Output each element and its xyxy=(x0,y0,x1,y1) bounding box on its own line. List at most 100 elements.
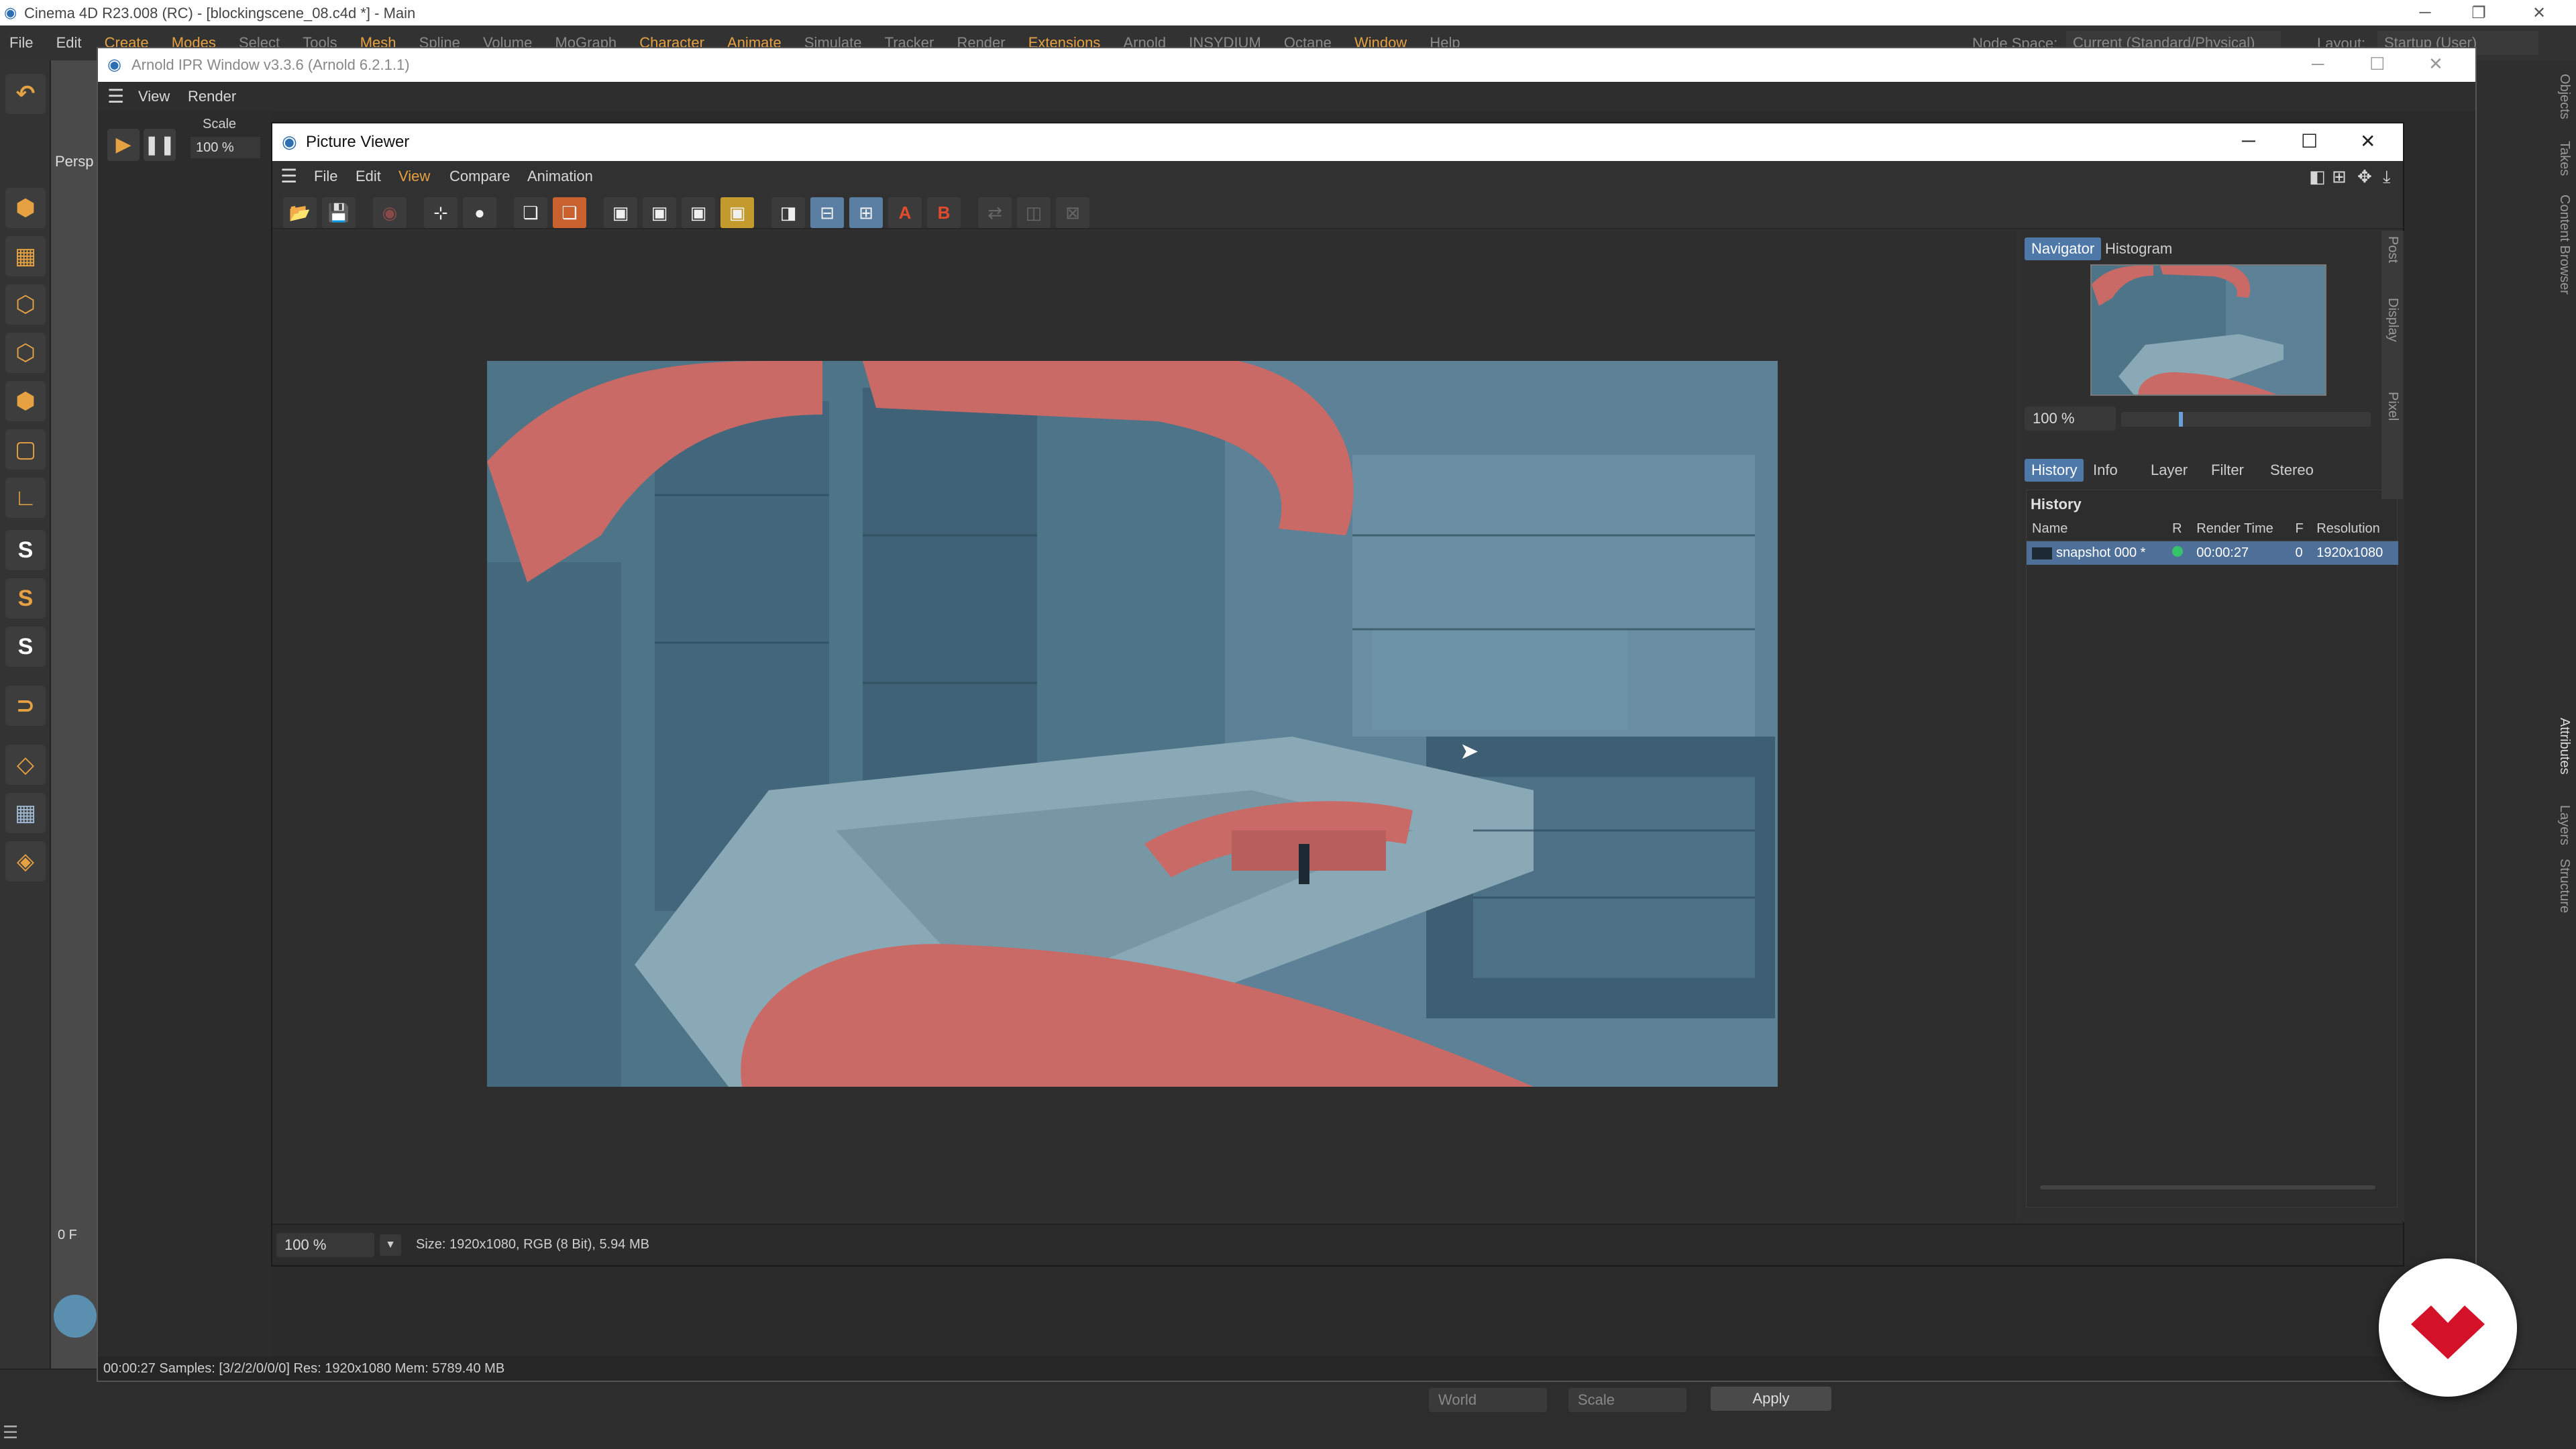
pv-minimize-button[interactable]: ─ xyxy=(2242,130,2255,152)
locked-workplane-icon[interactable]: ◈ xyxy=(5,841,46,881)
pv-side-panel: Navigator Histogram 100 % ▼ History Info… xyxy=(2019,231,2404,1222)
pv-layout-icon[interactable]: ◧ xyxy=(2309,161,2326,192)
tab-content-browser[interactable]: Content Browser xyxy=(2557,195,2572,294)
pv-menu-edit[interactable]: Edit xyxy=(356,161,381,192)
ipr-minimize-button[interactable]: ─ xyxy=(2312,54,2324,74)
pv-close-button[interactable]: ✕ xyxy=(2360,130,2375,152)
pv-menu-animation[interactable]: Animation xyxy=(527,161,593,192)
grid-icon[interactable]: ▦ xyxy=(5,793,46,833)
pv-zoom-dropdown-icon[interactable]: ▼ xyxy=(380,1234,401,1256)
tab-histogram[interactable]: Histogram xyxy=(2098,237,2179,260)
region-render-icon[interactable]: ⊹ xyxy=(424,197,458,228)
coord-world-dropdown[interactable]: World xyxy=(1429,1388,1547,1412)
snap-settings-icon[interactable]: S xyxy=(5,578,46,619)
navigator-zoom-input[interactable]: 100 % xyxy=(2025,407,2116,431)
pv-move-icon[interactable]: ✥ xyxy=(2357,161,2372,192)
tab-history[interactable]: History xyxy=(2025,459,2084,482)
pv-menu-file[interactable]: File xyxy=(314,161,337,192)
ipr-titlebar: ◉ Arnold IPR Window v3.3.6 (Arnold 6.2.1… xyxy=(98,48,2475,82)
pv-hamburger-icon[interactable]: ☰ xyxy=(280,161,297,192)
magnet-icon[interactable]: ⊃ xyxy=(5,686,46,726)
model-mode-icon[interactable]: ⬢ xyxy=(5,188,46,228)
ipr-window-title: Arnold IPR Window v3.3.6 (Arnold 6.2.1.1… xyxy=(131,56,410,73)
render-image[interactable] xyxy=(487,361,1778,1087)
history-row[interactable]: snapshot 000 * 00:00:27 0 1920x1080 xyxy=(2027,541,2398,565)
pv-zoom-input[interactable]: 100 % xyxy=(276,1233,374,1257)
pv-menu-view[interactable]: View xyxy=(398,161,430,192)
edges-mode-icon[interactable]: ⬡ xyxy=(5,333,46,373)
material-swatch[interactable] xyxy=(54,1295,97,1338)
bottom-menu-icon[interactable]: ☰ xyxy=(3,1422,18,1443)
copy-icon[interactable]: ❏ xyxy=(514,197,547,228)
pv-menu-compare[interactable]: Compare xyxy=(449,161,510,192)
render-settings-icon[interactable]: ▣ xyxy=(720,197,754,228)
tab-attributes[interactable]: Attributes xyxy=(2557,718,2572,774)
history-name: snapshot 000 * xyxy=(2056,545,2146,560)
ipr-menu-render[interactable]: Render xyxy=(188,82,236,111)
compare-diff-icon[interactable]: ⊠ xyxy=(1056,197,1089,228)
navigator-zoom-slider[interactable] xyxy=(2121,412,2371,427)
uv-mode-icon[interactable]: ▢ xyxy=(5,429,46,470)
tab-objects[interactable]: Objects xyxy=(2557,74,2572,119)
pv-canvas[interactable]: ➤ xyxy=(272,231,2017,1222)
user-icon[interactable]: ● xyxy=(463,197,496,228)
ipr-pause-button[interactable]: ❚❚ xyxy=(144,129,176,161)
render-image-scene xyxy=(487,361,1778,1087)
tab-layer[interactable]: Layer xyxy=(2144,459,2194,482)
workplane-snap-icon[interactable]: S xyxy=(5,627,46,667)
ipr-menu-view[interactable]: View xyxy=(138,82,170,111)
undo-icon[interactable]: ↶ xyxy=(5,74,46,114)
tab-navigator[interactable]: Navigator xyxy=(2025,237,2102,260)
set-b-icon[interactable]: B xyxy=(927,197,961,228)
split-horizontal-icon[interactable]: ⊟ xyxy=(810,197,844,228)
ipr-close-button[interactable]: ✕ xyxy=(2428,54,2443,74)
save-file-icon[interactable]: 💾 xyxy=(322,197,356,228)
polygons-mode-icon[interactable]: ⬢ xyxy=(5,381,46,421)
ipr-hamburger-icon[interactable]: ☰ xyxy=(107,82,124,111)
ipr-scale-input[interactable]: 100 % xyxy=(191,137,260,158)
pv-menubar: ☰ File Edit View Compare Animation ◧ ⊞ ✥… xyxy=(272,161,2403,192)
apply-button[interactable]: Apply xyxy=(1711,1387,1831,1411)
coord-scale-dropdown[interactable]: Scale xyxy=(1568,1388,1686,1412)
pv-app-icon: ◉ xyxy=(282,131,297,152)
render-to-pv-icon[interactable]: ▣ xyxy=(643,197,676,228)
tab-pixel[interactable]: Pixel xyxy=(2385,392,2400,421)
zoom-slider-handle[interactable] xyxy=(2179,412,2183,427)
tab-stereo[interactable]: Stereo xyxy=(2263,459,2320,482)
tab-structure[interactable]: Structure xyxy=(2557,859,2572,913)
history-scrollbar[interactable] xyxy=(2040,1185,2375,1189)
paste-icon[interactable]: ❏ xyxy=(553,197,586,228)
menu-edit[interactable]: Edit xyxy=(47,25,91,60)
compare-side-icon[interactable]: ◫ xyxy=(1017,197,1051,228)
split-vertical-icon[interactable]: ⊞ xyxy=(849,197,883,228)
snap-icon[interactable]: S xyxy=(5,530,46,570)
set-a-icon[interactable]: A xyxy=(888,197,922,228)
navigator-thumbnail[interactable] xyxy=(2090,264,2326,396)
tab-display[interactable]: Display xyxy=(2385,298,2400,342)
pv-vertical-tabs: Post Display Pixel xyxy=(2381,231,2403,499)
ab-compare-icon[interactable]: ◨ xyxy=(771,197,805,228)
stop-render-icon[interactable]: ◉ xyxy=(373,197,407,228)
tab-post[interactable]: Post xyxy=(2385,236,2400,263)
ipr-render-icon[interactable]: ▣ xyxy=(682,197,715,228)
pv-window-title: Picture Viewer xyxy=(306,133,410,151)
render-active-view-icon[interactable]: ▣ xyxy=(604,197,637,228)
open-file-icon[interactable]: 📂 xyxy=(283,197,317,228)
pv-maximize-button[interactable]: ☐ xyxy=(2301,130,2318,152)
pv-pin-icon[interactable]: ⤓ xyxy=(2383,161,2391,192)
pv-expand-icon[interactable]: ⊞ xyxy=(2332,161,2347,192)
ipr-maximize-button[interactable]: ☐ xyxy=(2369,54,2385,74)
workplane-icon[interactable]: ◇ xyxy=(5,745,46,785)
axis-icon[interactable]: ∟ xyxy=(5,478,46,518)
swap-ab-icon[interactable]: ⇄ xyxy=(978,197,1012,228)
points-mode-icon[interactable]: ⬡ xyxy=(5,284,46,325)
close-button[interactable]: ✕ xyxy=(2502,0,2576,25)
tab-filter[interactable]: Filter xyxy=(2204,459,2251,482)
history-status-cell xyxy=(2167,541,2192,565)
tab-takes[interactable]: Takes xyxy=(2557,141,2572,176)
ipr-play-button[interactable]: ▶ xyxy=(107,129,140,161)
tab-info[interactable]: Info xyxy=(2086,459,2125,482)
menu-file[interactable]: File xyxy=(0,25,42,60)
texture-mode-icon[interactable]: ▦ xyxy=(5,236,46,276)
tab-layers[interactable]: Layers xyxy=(2557,805,2572,845)
